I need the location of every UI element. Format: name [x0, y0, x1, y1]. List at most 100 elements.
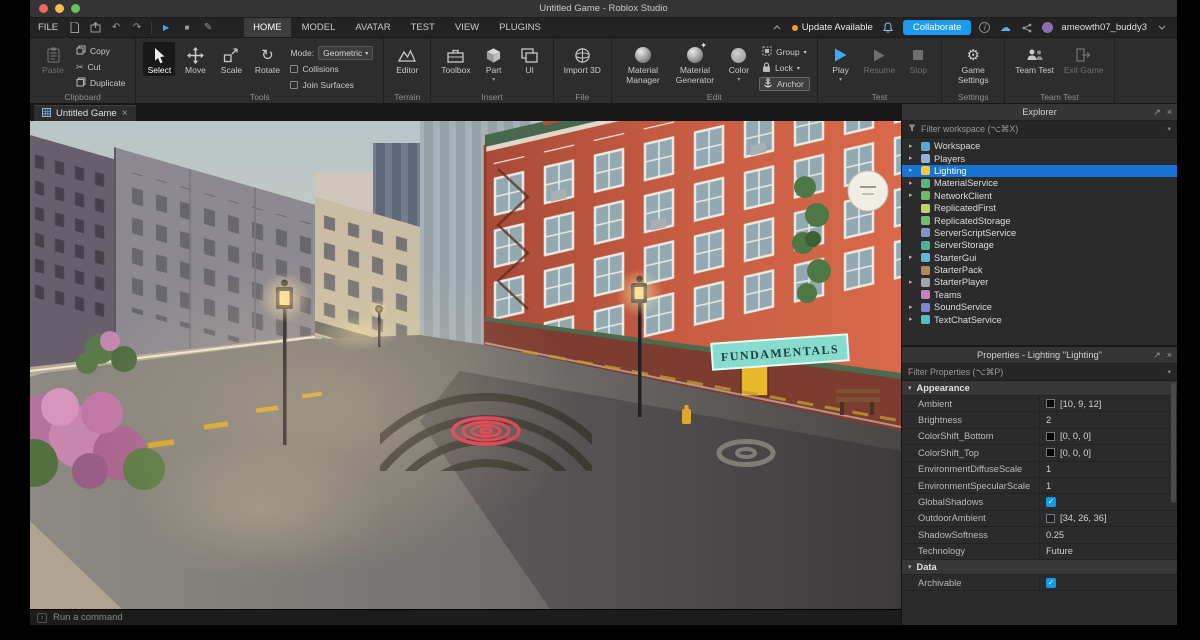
section-header-appearance[interactable]: ▾Appearance — [902, 381, 1177, 396]
collaborate-button[interactable]: Collaborate — [903, 20, 972, 35]
team-test-button[interactable]: Team Test — [1012, 42, 1057, 76]
property-brightness[interactable]: Brightness2 — [902, 412, 1177, 428]
command-input[interactable]: Run a command — [53, 612, 123, 623]
explorer-item-replicated-first[interactable]: ▸ReplicatedFirst — [902, 202, 1177, 214]
checkbox-checked-icon[interactable]: ✓ — [1046, 497, 1056, 507]
toolbox-button[interactable]: Toolbox — [438, 42, 473, 76]
quick-stop-icon[interactable]: ■ — [180, 21, 194, 35]
property-value[interactable]: Future — [1046, 546, 1073, 556]
expand-arrow-icon[interactable]: ▸ — [909, 155, 917, 162]
cut-button[interactable]: ✂ Cut — [73, 60, 128, 74]
document-tab-untitled-game[interactable]: Untitled Game × — [34, 105, 136, 121]
terrain-editor-button[interactable]: Editor — [391, 42, 423, 76]
close-window-button[interactable] — [39, 4, 48, 13]
duplicate-button[interactable]: Duplicate — [73, 76, 128, 90]
tab-view[interactable]: VIEW — [446, 18, 488, 37]
stop-button[interactable]: Stop — [902, 42, 934, 76]
explorer-item-teams[interactable]: ▸Teams — [902, 289, 1177, 301]
notifications-bell-icon[interactable] — [881, 21, 895, 35]
part-button[interactable]: Part ▾ — [478, 42, 510, 83]
resume-button[interactable]: Resume — [861, 42, 899, 76]
expand-arrow-icon[interactable]: ▸ — [909, 254, 917, 261]
new-file-icon[interactable] — [67, 21, 81, 35]
publish-icon[interactable] — [88, 21, 102, 35]
property-value[interactable]: 0.25 — [1046, 530, 1064, 540]
close-panel-icon[interactable]: × — [1167, 107, 1172, 117]
properties-scrollbar[interactable] — [1171, 383, 1176, 503]
properties-filter-input[interactable]: Filter Properties (⌥⌘P) ▾ — [902, 364, 1177, 381]
3d-viewport-scene[interactable]: FUNDAMENTALS — [30, 121, 901, 609]
explorer-filter-input[interactable]: Filter workspace (⌥⌘X) ▾ — [902, 121, 1177, 138]
explorer-header[interactable]: Explorer ↗ × — [902, 104, 1177, 121]
move-tool-button[interactable]: Move — [179, 42, 211, 76]
section-header-data[interactable]: ▾Data — [902, 560, 1177, 575]
share-icon[interactable] — [1020, 21, 1034, 35]
property-value[interactable]: 1 — [1046, 464, 1051, 474]
property-value[interactable]: [10, 9, 12] — [1060, 399, 1101, 409]
property-value[interactable]: 2 — [1046, 415, 1051, 425]
info-icon[interactable]: i — [979, 22, 990, 33]
collisions-checkbox[interactable]: Collisions — [287, 62, 376, 76]
explorer-item-text-chat-service[interactable]: ▸TextChatService — [902, 313, 1177, 325]
popout-icon[interactable]: ↗ — [1153, 350, 1161, 361]
explorer-item-server-script-service[interactable]: ▸ServerScriptService — [902, 227, 1177, 239]
copy-button[interactable]: Copy — [73, 44, 128, 58]
close-tab-icon[interactable]: × — [122, 108, 128, 119]
explorer-item-sound-service[interactable]: ▸SoundService — [902, 301, 1177, 313]
join-surfaces-checkbox[interactable]: Join Surfaces — [287, 78, 376, 92]
explorer-item-replicated-storage[interactable]: ▸ReplicatedStorage — [902, 214, 1177, 226]
explorer-item-starter-player[interactable]: ▸StarterPlayer — [902, 276, 1177, 288]
edit-pencil-icon[interactable]: ✎ — [201, 21, 215, 35]
explorer-item-server-storage[interactable]: ▸ServerStorage — [902, 239, 1177, 251]
property-ambient[interactable]: Ambient[10, 9, 12] — [902, 396, 1177, 412]
expand-arrow-icon[interactable]: ▸ — [909, 304, 917, 311]
ui-button[interactable]: UI — [514, 42, 546, 76]
chevron-down-icon[interactable] — [1155, 21, 1169, 35]
expand-arrow-icon[interactable]: ▸ — [909, 316, 917, 323]
tab-model[interactable]: MODEL — [293, 18, 345, 37]
minimize-window-button[interactable] — [55, 4, 64, 13]
property-shadowsoftness[interactable]: ShadowSoftness0.25 — [902, 527, 1177, 543]
chevron-up-icon[interactable] — [770, 21, 784, 35]
scale-tool-button[interactable]: Scale — [215, 42, 247, 76]
explorer-item-lighting[interactable]: ▸Lighting — [902, 165, 1177, 177]
color-button[interactable]: Color ▾ — [723, 42, 755, 83]
explorer-item-starter-gui[interactable]: ▸StarterGui — [902, 252, 1177, 264]
color-swatch[interactable] — [1046, 514, 1055, 523]
paste-button[interactable]: Paste — [37, 42, 69, 76]
username-label[interactable]: ameowth07_buddy3 — [1061, 22, 1147, 33]
explorer-item-material-service[interactable]: ▸MaterialService — [902, 177, 1177, 189]
import-3d-button[interactable]: Import 3D — [561, 42, 604, 76]
property-value[interactable]: [0, 0, 0] — [1060, 431, 1091, 441]
property-value[interactable]: [0, 0, 0] — [1060, 448, 1091, 458]
property-value[interactable]: [34, 26, 36] — [1060, 513, 1107, 523]
color-swatch[interactable] — [1046, 399, 1055, 408]
group-button[interactable]: Group ▾ — [759, 45, 810, 59]
material-generator-button[interactable]: ✦ Material Generator — [671, 42, 719, 86]
3d-viewport[interactable]: FUNDAMENTALS — [30, 121, 901, 609]
property-archivable[interactable]: Archivable✓ — [902, 575, 1177, 591]
undo-icon[interactable]: ↶ — [109, 21, 123, 35]
mode-dropdown[interactable]: Mode: Geometric▾ — [287, 46, 376, 60]
explorer-item-network-client[interactable]: ▸NetworkClient — [902, 190, 1177, 202]
cloud-icon[interactable]: ☁ — [998, 21, 1012, 35]
exit-game-button[interactable]: Exit Game — [1061, 42, 1107, 76]
update-available-button[interactable]: Update Available — [792, 22, 873, 33]
file-menu-button[interactable]: FILE — [38, 22, 58, 33]
property-globalshadows[interactable]: GlobalShadows✓ — [902, 494, 1177, 510]
explorer-item-workspace[interactable]: ▸Workspace — [902, 140, 1177, 152]
title-bar[interactable]: Untitled Game - Roblox Studio — [30, 0, 1177, 18]
tab-avatar[interactable]: AVATAR — [346, 18, 399, 37]
color-swatch[interactable] — [1046, 448, 1055, 457]
checkbox-checked-icon[interactable]: ✓ — [1046, 578, 1056, 588]
anchor-button[interactable]: Anchor — [759, 77, 810, 91]
property-colorshift_bottom[interactable]: ColorShift_Bottom[0, 0, 0] — [902, 429, 1177, 445]
explorer-item-starter-pack[interactable]: ▸StarterPack — [902, 264, 1177, 276]
select-tool-button[interactable]: Select — [143, 42, 175, 76]
lock-button[interactable]: Lock ▾ — [759, 61, 810, 75]
explorer-item-players[interactable]: ▸Players — [902, 152, 1177, 164]
play-button[interactable]: Play ▾ — [825, 42, 857, 83]
expand-arrow-icon[interactable]: ▸ — [909, 192, 917, 199]
property-environmentdiffusescale[interactable]: EnvironmentDiffuseScale1 — [902, 462, 1177, 478]
expand-arrow-icon[interactable]: ▸ — [909, 180, 917, 187]
